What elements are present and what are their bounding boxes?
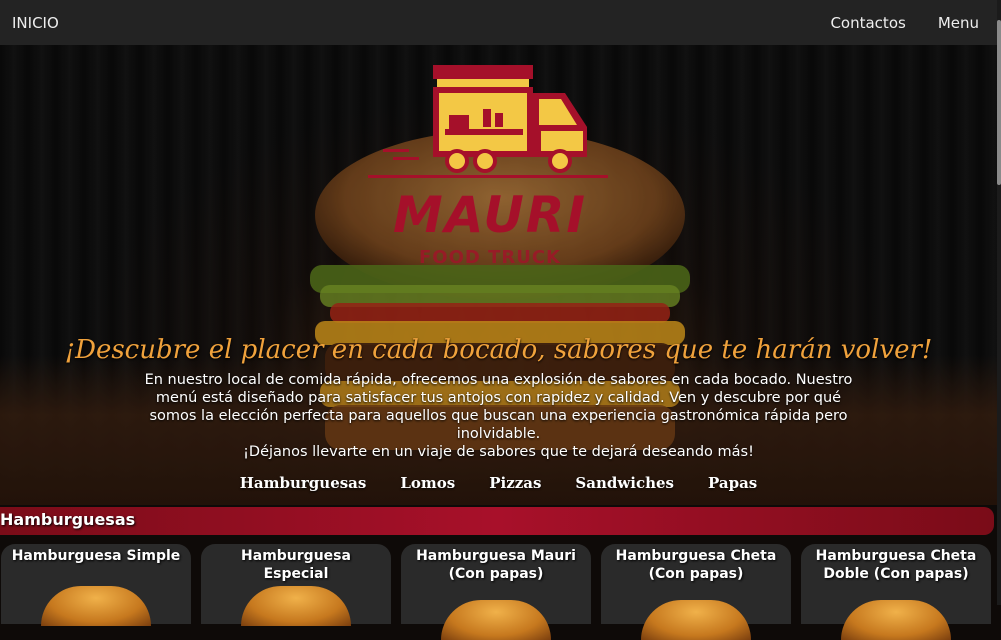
category-link-sandwiches[interactable]: Sandwiches bbox=[575, 474, 674, 492]
category-nav: Hamburguesas Lomos Pizzas Sandwiches Pap… bbox=[0, 474, 997, 492]
burger-thumbnail bbox=[841, 600, 951, 640]
product-card[interactable]: Hamburguesa Simple bbox=[1, 544, 191, 626]
product-card[interactable]: Hamburguesa Especial bbox=[201, 544, 391, 626]
category-link-hamburguesas[interactable]: Hamburguesas bbox=[240, 474, 367, 492]
product-card[interactable]: Hamburguesa Mauri (Con papas) bbox=[401, 544, 591, 640]
mauri-logo: MAURI FOOD TRUCK bbox=[365, 57, 615, 297]
food-truck-icon bbox=[368, 65, 608, 178]
nav-home-link[interactable]: INICIO bbox=[12, 14, 59, 32]
product-card-title: Hamburguesa Especial bbox=[241, 548, 351, 582]
product-card-title: Hamburguesa Cheta (Con papas) bbox=[615, 548, 777, 582]
nav-contacts-link[interactable]: Contactos bbox=[830, 14, 905, 32]
hero-banner: MAURI FOOD TRUCK ¡Descubre el placer en … bbox=[0, 45, 997, 505]
category-link-pizzas[interactable]: Pizzas bbox=[489, 474, 541, 492]
nav-right: Contactos Menu bbox=[830, 14, 997, 32]
page-scrollbar[interactable] bbox=[997, 0, 1001, 605]
burger-thumbnail bbox=[441, 600, 551, 640]
category-link-papas[interactable]: Papas bbox=[708, 474, 757, 492]
hero-invite-text: ¡Déjanos llevarte en un viaje de sabores… bbox=[243, 444, 754, 460]
burger-thumbnail bbox=[641, 600, 751, 640]
nav-left: INICIO bbox=[0, 14, 59, 32]
product-card[interactable]: Hamburguesa Cheta (Con papas) bbox=[601, 544, 791, 640]
product-card-title: Hamburguesa Mauri (Con papas) bbox=[416, 548, 576, 582]
nav-menu-link[interactable]: Menu bbox=[938, 14, 979, 32]
category-link-lomos[interactable]: Lomos bbox=[400, 474, 455, 492]
burger-thumbnail bbox=[241, 586, 351, 626]
product-card[interactable]: Hamburguesa Cheta Doble (Con papas) bbox=[801, 544, 991, 640]
hero-description: En nuestro local de comida rápida, ofrec… bbox=[140, 371, 857, 461]
section-header-bar: Hamburguesas bbox=[0, 507, 994, 535]
product-card-list: Hamburguesa Simple Hamburguesa Especial … bbox=[0, 544, 997, 640]
scrollbar-thumb[interactable] bbox=[997, 20, 1001, 185]
burger-thumbnail bbox=[41, 586, 151, 626]
product-card-title: Hamburguesa Simple bbox=[11, 548, 181, 564]
hero-headline: ¡Descubre el placer en cada bocado, sabo… bbox=[64, 335, 933, 365]
logo-title: MAURI bbox=[393, 186, 587, 244]
hero-description-text: En nuestro local de comida rápida, ofrec… bbox=[144, 372, 853, 442]
logo-subtitle: FOOD TRUCK bbox=[418, 247, 562, 268]
section-title: Hamburguesas bbox=[0, 510, 136, 529]
product-card-title: Hamburguesa Cheta Doble (Con papas) bbox=[815, 548, 977, 582]
top-navbar: INICIO Contactos Menu bbox=[0, 0, 997, 45]
